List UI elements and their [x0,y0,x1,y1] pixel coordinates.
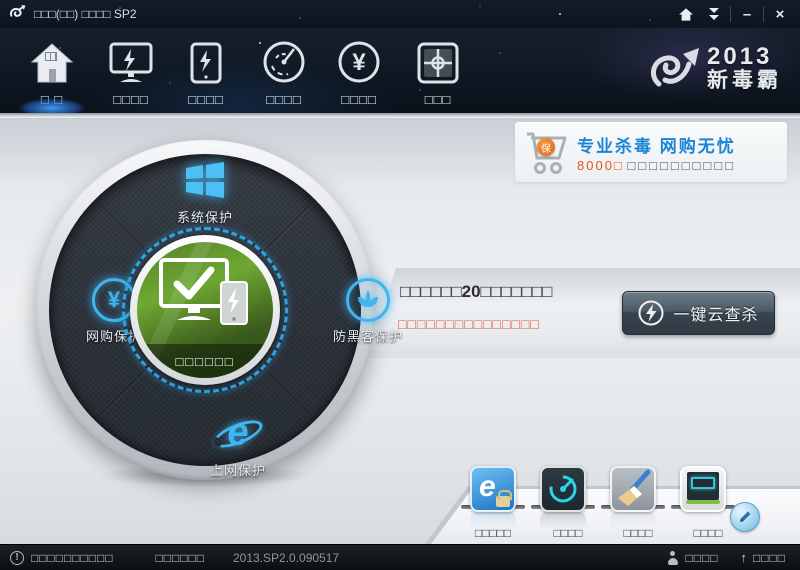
main-nav: □ □ □□□□ □□□□ [0,28,800,113]
promo-headline: 专业杀毒 网购无忧 [577,132,736,157]
main-menu-button[interactable] [700,2,728,26]
broom-icon [612,468,654,510]
tray-app-browser-protect[interactable]: e [470,466,516,512]
brand-logo: 2013 新毒霸 [645,40,782,98]
cloud-scan-label: 一键云查杀 [673,301,758,325]
close-button[interactable]: × [766,2,794,26]
guard-badge: 保 [537,138,555,156]
account-link[interactable]: □□□□ [686,551,719,565]
version-text: 2013.SP2.0.090517 [233,551,339,565]
window-controls: – × [672,0,794,28]
ie-icon: e [479,470,496,504]
nav-label: □□□□ [93,92,169,107]
statusbar-secondary[interactable]: □□□□□□ [155,551,205,565]
windows-icon [185,162,225,198]
nav-label: □□□ [400,92,476,107]
ie-glow-icon: e [212,412,264,456]
statusbar-message: □□□□□□□□□□ [31,551,113,565]
dial-segment-antihacker[interactable]: 防黑客保护 [298,278,438,345]
nav-item-toolbox[interactable]: □□□ [400,36,476,107]
title-bar: □□□(□□) □□□□ SP2 – × [0,0,800,28]
tray-app-cleaner[interactable] [610,466,656,512]
promo-counter-text: □□□□□□□□□□ [627,158,736,173]
promo-counter: 8000□ □□□□□□□□□□ [577,158,736,173]
dial-center[interactable]: □□□□□□ [137,242,273,378]
brand-year: 2013 [707,45,782,69]
promo-banner[interactable]: 保 专业杀毒 网购无忧 8000□ □□□□□□□□□□ [515,122,787,182]
alert-circle-icon: ! [10,551,24,565]
leaf-glow-icon [346,278,390,322]
wrench-radar-icon [542,468,584,510]
nav-item-protection[interactable]: □□□□ [246,36,322,107]
home-window-button[interactable] [672,2,700,26]
cloud-scan-button[interactable]: 一键云查杀 [622,291,775,335]
divider [730,6,731,22]
segment-label: 上网保护 [168,460,308,479]
base-bar [686,500,720,504]
segment-label: 系统保护 [135,207,275,226]
dial-segment-web[interactable]: e 上网保护 [168,412,308,479]
monitor-lightning-icon [93,36,169,84]
home-icon [679,8,693,21]
pencil-icon [737,509,753,525]
user-icon [668,551,678,565]
nav-bottom-bevel [0,113,800,118]
divider [763,6,764,22]
nav-item-home[interactable]: □ □ [14,36,90,107]
lock-icon [496,496,510,507]
toolbox-grid-icon [400,36,476,84]
update-link[interactable]: □□□□ [753,551,786,565]
title-group: □□□(□□) □□□□ SP2 [0,0,137,28]
svg-text:¥: ¥ [352,49,366,76]
tray-app-keyboard-guard[interactable] [680,466,726,512]
lightning-circle-icon [638,300,664,326]
dial-caption: □□□□□□ [137,354,273,369]
tablet-lightning-icon [168,36,244,84]
keyboard-icon [691,477,715,489]
tray-app-label: □□□□ [528,526,608,540]
nav-label: □ □ [14,92,90,107]
tray-app-label: □□□□ [598,526,678,540]
nav-item-pc-scan[interactable]: □□□□ [93,36,169,107]
statusbar-right: □□□□ ↑ □□□□ [668,550,800,565]
minimize-button[interactable]: – [733,2,761,26]
tray-app-label: □□□□□ [453,526,533,540]
window-title: □□□(□□) □□□□ SP2 [34,0,137,28]
home-icon [14,36,90,84]
nav-label: □□□□ [168,92,244,107]
radar-icon [246,36,322,84]
brand-swirl-icon [645,40,707,98]
dial-segment-system[interactable]: 系统保护 [135,162,275,226]
double-chevron-down-icon [709,8,719,20]
nav-item-shopping-guard[interactable]: ¥ □□□□ [321,36,397,107]
devices-check-icon [155,256,255,338]
protection-dial: 系统保护 ¥ 网购保护 防黑客保护 e 上网保护 [35,140,375,480]
nav-label: □□□□ [246,92,322,107]
tray-app-repair[interactable] [540,466,586,512]
nav-label: □□□□ [321,92,397,107]
nav-item-mobile-scan[interactable]: □□□□ [168,36,244,107]
brand-name: 新毒霸 [707,69,782,93]
promo-counter-number: 8000□ [577,158,624,173]
edit-tray-button[interactable] [730,502,760,532]
segment-label: 防黑客保护 [298,326,438,345]
app-logo-icon [8,4,28,24]
yen-circle-icon: ¥ [321,36,397,84]
status-bar: ! □□□□□□□□□□ □□□□□□ 2013.SP2.0.090517 □□… [0,544,800,570]
up-arrow-icon: ↑ [741,550,748,565]
